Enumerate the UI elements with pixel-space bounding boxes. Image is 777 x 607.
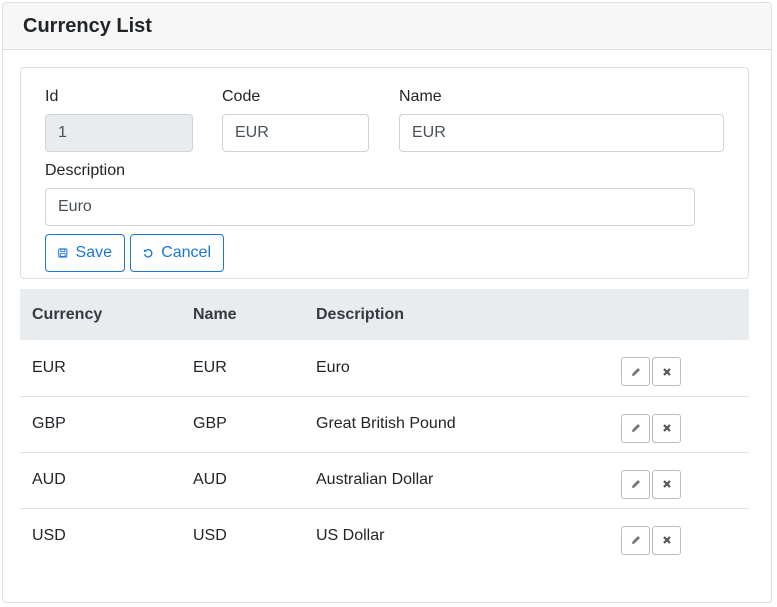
currency-table: Currency Name Description EUR EUR Euro G… xyxy=(20,289,749,564)
cell-name: EUR xyxy=(193,358,227,376)
cell-description: US Dollar xyxy=(316,527,385,545)
row-actions xyxy=(609,340,749,396)
delete-button[interactable] xyxy=(652,413,681,443)
close-icon xyxy=(662,367,671,376)
save-icon xyxy=(58,248,68,258)
table-row: EUR EUR Euro xyxy=(20,340,749,396)
save-label: Save xyxy=(75,244,112,261)
column-header-description[interactable]: Description xyxy=(304,289,609,340)
cell-currency: USD xyxy=(32,527,66,545)
cell-name: AUD xyxy=(193,471,227,488)
row-actions xyxy=(609,452,749,508)
description-field[interactable] xyxy=(45,188,695,226)
column-header-actions xyxy=(609,289,749,340)
undo-icon xyxy=(143,248,153,258)
table-header-row: Currency Name Description xyxy=(20,289,749,340)
row-actions xyxy=(609,508,749,564)
pencil-icon xyxy=(631,536,640,545)
cancel-label: Cancel xyxy=(161,244,211,261)
delete-button[interactable] xyxy=(652,525,681,555)
currency-form: Id Code Name Description Save Cancel xyxy=(20,67,749,279)
cell-name: GBP xyxy=(193,415,227,432)
column-header-name[interactable]: Name xyxy=(181,289,304,340)
table-row: USD USD US Dollar xyxy=(20,508,749,564)
id-label: Id xyxy=(45,88,59,105)
pencil-icon xyxy=(631,367,640,376)
cell-name: USD xyxy=(193,527,227,545)
description-label: Description xyxy=(45,162,126,179)
id-field[interactable] xyxy=(45,114,193,152)
cell-description: Great British Pound xyxy=(316,415,456,432)
edit-button[interactable] xyxy=(621,525,650,555)
edit-button[interactable] xyxy=(621,357,650,387)
edit-button[interactable] xyxy=(621,413,650,443)
cell-currency: AUD xyxy=(32,471,66,488)
cell-description: Euro xyxy=(316,358,350,376)
code-label: Code xyxy=(222,88,261,105)
name-label: Name xyxy=(399,88,442,105)
close-icon xyxy=(662,536,671,545)
table-row: GBP GBP Great British Pound xyxy=(20,396,749,452)
pencil-icon xyxy=(631,424,640,432)
close-icon xyxy=(662,480,671,488)
code-field[interactable] xyxy=(222,114,369,152)
pencil-icon xyxy=(631,480,640,488)
name-field[interactable] xyxy=(399,114,724,152)
page-title: Currency List xyxy=(23,14,152,37)
delete-button[interactable] xyxy=(652,469,681,499)
edit-button[interactable] xyxy=(621,469,650,499)
table-row: AUD AUD Australian Dollar xyxy=(20,452,749,508)
column-header-currency[interactable]: Currency xyxy=(20,289,181,340)
cell-currency: EUR xyxy=(32,358,66,376)
cancel-button[interactable]: Cancel xyxy=(130,234,224,272)
row-actions xyxy=(609,396,749,452)
card-header: Currency List xyxy=(3,3,771,50)
delete-button[interactable] xyxy=(652,357,681,387)
cell-description: Australian Dollar xyxy=(316,471,434,488)
close-icon xyxy=(662,424,671,432)
save-button[interactable]: Save xyxy=(45,234,125,272)
cell-currency: GBP xyxy=(32,415,66,432)
